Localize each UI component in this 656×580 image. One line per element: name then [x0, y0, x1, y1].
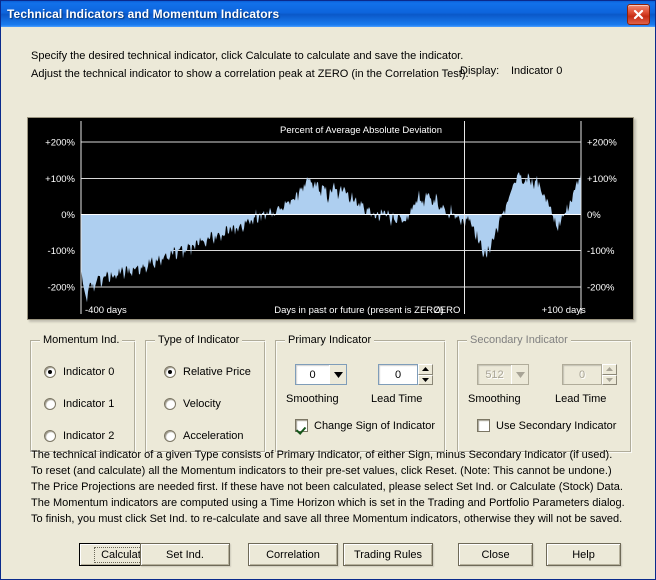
dialog-window: Technical Indicators and Momentum Indica… — [0, 0, 656, 580]
group-secondary-indicator: Secondary Indicator 512 Smoothing 0 Lead… — [457, 334, 631, 452]
use-secondary-checkbox[interactable]: Use Secondary Indicator — [477, 419, 616, 432]
svg-text:ZERO: ZERO — [434, 305, 460, 316]
set-ind-button-label: Set Ind. — [166, 548, 204, 561]
svg-text:0%: 0% — [587, 210, 601, 221]
radio-icon-indicator-0 — [44, 366, 56, 378]
close-button-bottom[interactable]: Close — [458, 543, 533, 566]
set-ind-button[interactable]: Set Ind. — [140, 543, 230, 566]
radio-label-acceleration: Acceleration — [183, 430, 244, 442]
svg-text:-200%: -200% — [48, 282, 76, 293]
svg-text:-100%: -100% — [48, 246, 76, 257]
svg-text:+200%: +200% — [587, 138, 617, 149]
group-type-of-indicator: Type of Indicator Relative Price Velocit… — [145, 334, 265, 452]
radio-label-indicator-2: Indicator 2 — [63, 430, 115, 442]
primary-leadtime-input[interactable]: 0 — [378, 364, 418, 385]
radio-icon-relative-price — [164, 366, 176, 378]
radio-acceleration[interactable]: Acceleration — [164, 430, 244, 442]
intro-line-1: Specify the desired technical indicator,… — [31, 50, 464, 62]
secondary-leadtime-input[interactable]: 0 — [562, 364, 602, 385]
checkbox-icon-use-secondary — [477, 419, 490, 432]
chart-svg: +200% +200% +100% +100% 0% 0% -100% -100% -200% -… — [28, 118, 633, 319]
use-secondary-label: Use Secondary Indicator — [496, 419, 617, 432]
radio-indicator-1[interactable]: Indicator 1 — [44, 398, 114, 410]
secondary-smoothing-value: 512 — [485, 368, 504, 381]
close-button-label: Close — [481, 548, 510, 561]
group-secondary-title: Secondary Indicator — [467, 334, 571, 346]
secondary-leadtime-value: 0 — [578, 368, 586, 381]
svg-text:+100 days: +100 days — [542, 305, 586, 316]
secondary-smoothing-combo[interactable]: 512 — [477, 364, 529, 385]
spinner-up-icon[interactable] — [418, 364, 433, 375]
radio-indicator-2[interactable]: Indicator 2 — [44, 430, 114, 442]
radio-icon-indicator-2 — [44, 430, 56, 442]
secondary-leadtime-spinner[interactable] — [602, 364, 617, 385]
radio-label-relative-price: Relative Price — [183, 366, 251, 378]
change-sign-label: Change Sign of Indicator — [314, 419, 436, 432]
trading-rules-button-label: Trading Rules — [353, 548, 423, 561]
svg-text:+200%: +200% — [45, 138, 75, 149]
dialog-body: Specify the desired technical indicator,… — [2, 28, 654, 578]
window-title: Technical Indicators and Momentum Indica… — [7, 7, 280, 21]
close-icon — [633, 9, 644, 19]
display-value: Indicator 0 — [511, 65, 563, 77]
spinner-down-icon-secondary[interactable] — [602, 374, 617, 385]
primary-smoothing-combo[interactable]: 0 — [295, 364, 347, 385]
group-momentum-indicator: Momentum Ind. Indicator 0 Indicator 1 In… — [30, 334, 135, 452]
trading-rules-button[interactable]: Trading Rules — [343, 543, 433, 566]
correlation-button[interactable]: Correlation — [248, 543, 338, 566]
spinner-down-icon[interactable] — [418, 374, 433, 385]
help-button-label: Help — [572, 548, 595, 561]
intro-line-2: Adjust the technical indicator to show a… — [31, 68, 469, 80]
svg-text:-100%: -100% — [587, 246, 615, 257]
radio-velocity[interactable]: Velocity — [164, 398, 221, 410]
chevron-down-icon-secondary — [511, 365, 528, 384]
group-momentum-title: Momentum Ind. — [40, 334, 123, 346]
radio-relative-price[interactable]: Relative Price — [164, 366, 251, 378]
help-button[interactable]: Help — [546, 543, 621, 566]
radio-indicator-0[interactable]: Indicator 0 — [44, 366, 114, 378]
svg-text:0%: 0% — [61, 210, 75, 221]
svg-text:Days in past or future (presen: Days in past or future (present is ZERO) — [274, 305, 443, 316]
correlation-button-label: Correlation — [266, 548, 320, 561]
notes-line-5: To finish, you must click Set Ind. to re… — [31, 513, 623, 525]
close-button[interactable] — [627, 3, 650, 25]
radio-label-velocity: Velocity — [183, 398, 221, 410]
svg-text:+100%: +100% — [45, 174, 75, 185]
notes-text: The technical indicator of a given Type … — [31, 447, 625, 527]
primary-smoothing-label: Smoothing — [286, 393, 339, 405]
notes-line-2: To reset (and calculate) all the Momentu… — [31, 465, 612, 477]
svg-text:+100%: +100% — [587, 174, 617, 185]
radio-icon-acceleration — [164, 430, 176, 442]
intro-text: Specify the desired technical indicator,… — [31, 47, 469, 83]
radio-icon-indicator-1 — [44, 398, 56, 410]
primary-smoothing-value: 0 — [309, 368, 316, 381]
primary-leadtime-value: 0 — [394, 368, 402, 381]
radio-icon-velocity — [164, 398, 176, 410]
notes-line-3: The Price Projections are needed first. … — [31, 481, 623, 493]
group-primary-indicator: Primary Indicator 0 Smoothing 0 Lead Tim… — [275, 334, 445, 452]
svg-text:-200%: -200% — [587, 282, 615, 293]
secondary-leadtime-label: Lead Time — [555, 393, 607, 405]
chevron-down-icon — [329, 365, 346, 384]
radio-label-indicator-1: Indicator 1 — [63, 398, 115, 410]
radio-label-indicator-0: Indicator 0 — [63, 366, 115, 378]
secondary-smoothing-label: Smoothing — [468, 393, 521, 405]
title-bar: Technical Indicators and Momentum Indica… — [1, 1, 655, 27]
svg-text:-400 days: -400 days — [85, 305, 127, 316]
primary-leadtime-spinner[interactable] — [418, 364, 433, 385]
checkbox-icon-change-sign — [295, 419, 308, 432]
group-primary-title: Primary Indicator — [285, 334, 375, 346]
indicator-chart: +200% +200% +100% +100% 0% 0% -100% -100% -200% -… — [27, 117, 634, 320]
change-sign-checkbox[interactable]: Change Sign of Indicator — [295, 419, 435, 432]
svg-text:Percent of Average Absolute De: Percent of Average Absolute Deviation — [280, 125, 442, 136]
primary-leadtime-label: Lead Time — [371, 393, 423, 405]
group-type-title: Type of Indicator — [155, 334, 243, 346]
notes-line-4: The Momentum indicators are computed usi… — [31, 497, 625, 509]
display-label: Display: — [460, 65, 500, 77]
spinner-up-icon-secondary[interactable] — [602, 364, 617, 375]
